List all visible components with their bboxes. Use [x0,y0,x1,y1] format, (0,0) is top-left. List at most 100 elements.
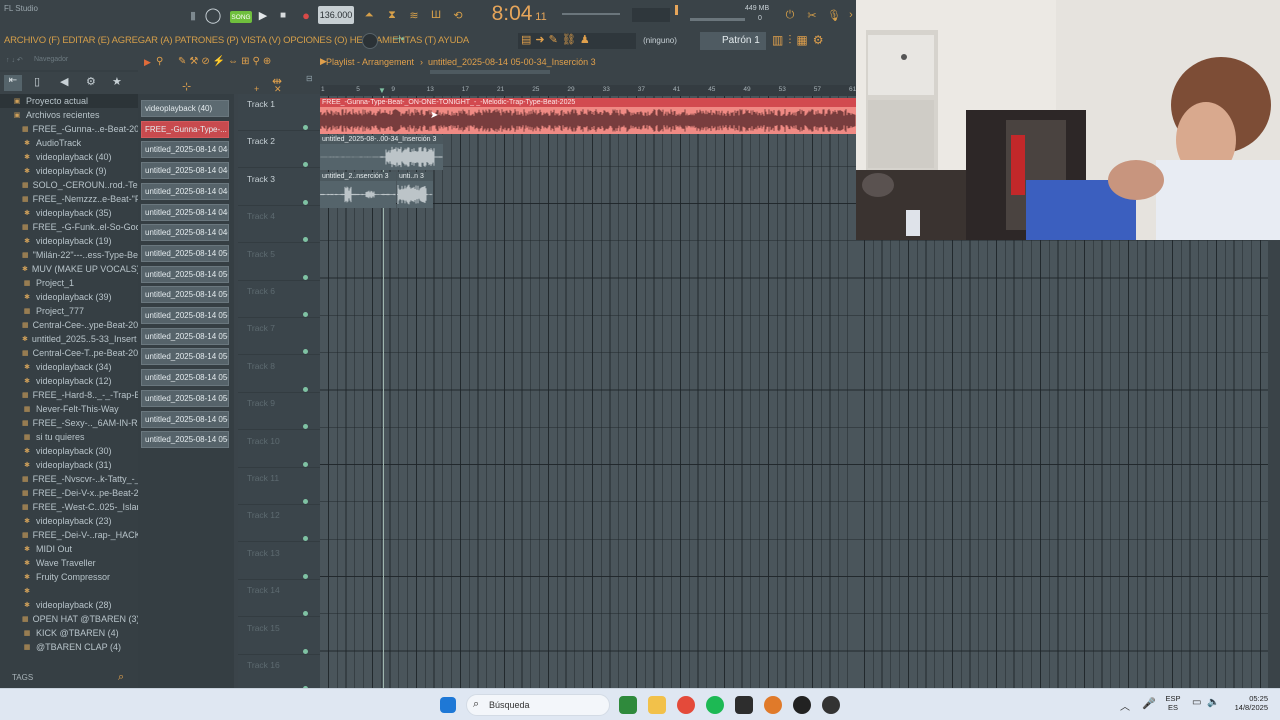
volume-icon[interactable]: 🔈 [1207,697,1219,708]
menu-patrones[interactable]: PATRONES (P) [175,35,239,46]
media-player-icon[interactable] [793,696,811,714]
browser-item[interactable]: ▦ KICK @TBAREN (4) [0,626,138,640]
tray-chevron-icon[interactable]: ︿ [1120,698,1130,713]
browser-item[interactable]: ✱ videoplayback (31) [0,458,138,472]
browser-item[interactable]: ▦ OPEN HAT @TBAREN (3) [0,612,138,626]
browser-item[interactable]: ✱ videoplayback (40) [0,150,138,164]
track-header[interactable]: Track 1 [238,94,320,131]
picker-item[interactable]: untitled_2025-08-14 04-... [141,162,229,180]
picker-item[interactable]: untitled_2025-08-14 05-... [141,286,229,304]
microphone-tray-icon[interactable]: 🎤 [1142,697,1156,710]
track-header[interactable]: Track 16 [238,655,320,692]
plugin-picker-icon[interactable]: ⚙ [813,33,824,49]
browser-item[interactable]: ✱ videoplayback (28) [0,598,138,612]
browser-item[interactable]: ✱ MIDI Out [0,542,138,556]
track-header[interactable]: Track 12 [238,505,320,543]
track-enable-dot[interactable] [303,386,308,392]
horizontal-scrollbar[interactable] [430,70,550,74]
audio-clip-track-1[interactable]: FREE_-Gunna-Type-Beat-_ON-ONE-TONIGHT_-_… [320,98,856,134]
picker-item[interactable]: untitled_2025-08-14 05-... [141,327,229,345]
picker-add-icon[interactable]: ⊹ [182,80,191,93]
fl-studio-active-icon[interactable] [764,696,782,714]
track-enable-dot[interactable] [303,237,308,243]
minecraft-icon[interactable] [619,696,637,714]
track-header[interactable]: Track 15 [238,618,320,655]
network-icon[interactable]: ▭ [1192,697,1201,708]
track-header[interactable]: Track 14 [238,580,320,618]
picker-item[interactable]: FREE_-Gunna-Type-... [141,120,229,138]
browser-item[interactable]: ✱ AudioTrack [0,136,138,150]
browser-item[interactable]: ▦ Project_777 [0,304,138,318]
power-icon[interactable]: ⏻ [782,6,798,24]
browser-item[interactable]: ▦FREE_-Dei-V-x..pe-Beat-2025 [0,486,138,500]
track-enable-dot[interactable] [303,349,308,355]
snap-selector[interactable]: (ninguno) [638,34,682,48]
audio-clip-track-3a[interactable]: untitled_2..nserción 3 [320,172,396,208]
track-header[interactable]: Track 4 [238,206,320,244]
track-enable-dot[interactable] [303,199,308,205]
pattern-selector[interactable]: Patrón 1 [700,32,766,50]
picker-item[interactable]: untitled_2025-08-14 04-... [141,224,229,242]
taskbar-search[interactable]: ⌕ Búsqueda [466,694,610,716]
scissors-icon[interactable]: ✂ [804,6,820,24]
browser-item[interactable]: ▦ FREE_-Gunna-..e-Beat-2025 [0,122,138,136]
channel-rack-icon[interactable]: ▥ [772,33,783,49]
track-header[interactable]: Track 3 [238,169,320,206]
browser-item[interactable]: ▦ FREE_-Nvscvr-..k-Tatty_-_1_ [0,472,138,486]
speaker-icon[interactable]: ◀ [60,75,68,88]
track-header[interactable]: Track 7 [238,318,320,356]
track-enable-dot[interactable] [303,499,308,504]
chrome-icon[interactable] [677,696,695,714]
browser-item[interactable]: ▦FREE_-Dei-V-..rap-_HACKIA_ [0,528,138,542]
picker-item[interactable]: untitled_2025-08-14 05-... [141,369,229,387]
browser-item[interactable]: ✱ videoplayback (35) [0,206,138,220]
track-header[interactable]: Track 11 [238,468,320,505]
browser-item[interactable]: ✱ videoplayback (19) [0,234,138,248]
browser-item[interactable]: ✱ videoplayback (23) [0,514,138,528]
browser-item[interactable]: ▦FREE_-Hard-8.._-_-Trap-Beat [0,388,138,402]
picker-item[interactable]: untitled_2025-08-14 05-... [141,348,229,366]
track-enable-dot[interactable] [303,461,308,467]
playlist-grid-extension[interactable] [856,240,1268,688]
timeline-ruler[interactable]: 1 5 9 13 17 21 25 29 33 37 41 45 49 53 57 61 [320,85,856,96]
picker-item[interactable]: untitled_2025-08-14 05-... [141,307,229,324]
picker-item[interactable]: untitled_2025-08-14 05-... [141,431,229,449]
wait-icon[interactable]: ⧗ [382,6,402,24]
pat-song-toggle-icon[interactable]: ◯ [203,6,223,24]
step-edit-icon[interactable]: Ш [426,6,446,24]
time-display[interactable]: 8:04 [490,2,534,26]
browser-item[interactable]: ▦FREE_-Sexy-.._6AM-IN-RIO_ [0,416,138,430]
obs-icon[interactable] [822,696,840,714]
track-enable-dot[interactable] [303,162,308,168]
track-header[interactable]: Track 5 [238,244,320,281]
browser-item[interactable]: ▦FREE_-Nemzzz..e-Beat-"Pain" [0,192,138,206]
browser-item[interactable]: ✱ videoplayback (39) [0,290,138,304]
track-header[interactable]: Track 10 [238,431,320,468]
browser-item[interactable]: ▦ Central-Cee-..ype-Beat-2023 [0,318,138,332]
browser-item[interactable]: ▦SOLO_-CEROUN..rod.-Tecusi [0,178,138,192]
browser-item[interactable]: ✱ Fruity Compressor [0,570,138,584]
browser-item[interactable]: ▦FREE_-West-C..025-_Island_ [0,500,138,514]
track-header[interactable]: Track 2 [238,131,320,169]
browser-item[interactable]: ✱ untitled_2025..5-33_Insert 3 [0,332,138,346]
track-header[interactable]: Track 6 [238,281,320,318]
metronome-icon[interactable]: ⏶ [360,6,378,24]
favorites-star-icon[interactable]: ★ [112,75,122,88]
track-header[interactable]: Track 13 [238,543,320,580]
browser-item[interactable]: ✱ videoplayback (9) [0,164,138,178]
picker-item[interactable]: untitled_2025-08-14 05-... [141,244,229,262]
browser-item[interactable]: ▦ @TBAREN CLAP (4) [0,640,138,654]
browser-item[interactable]: ▦ Central-Cee-T..pe-Beat-2023 [0,346,138,360]
search-icon[interactable]: ⌕ [118,671,124,684]
browser-item[interactable]: ✱ videoplayback (30) [0,444,138,458]
track-header[interactable]: Track 9 [238,393,320,431]
arrow-right-icon[interactable]: ➜ [535,33,544,49]
mini-map-icon[interactable]: ⊟ [306,74,313,83]
track-enable-dot[interactable] [303,536,308,542]
spotify-icon[interactable] [706,696,724,714]
menu-vista[interactable]: VISTA (V) [241,35,281,46]
piano-roll-icon[interactable]: ▦ [796,33,807,49]
loop-record-icon[interactable]: ⟲ [448,6,468,24]
browser-item[interactable]: ▦ "Milán-22"---..ess-Type-Beat [0,248,138,262]
browser-item[interactable]: ▣ Proyecto actual [0,94,138,108]
